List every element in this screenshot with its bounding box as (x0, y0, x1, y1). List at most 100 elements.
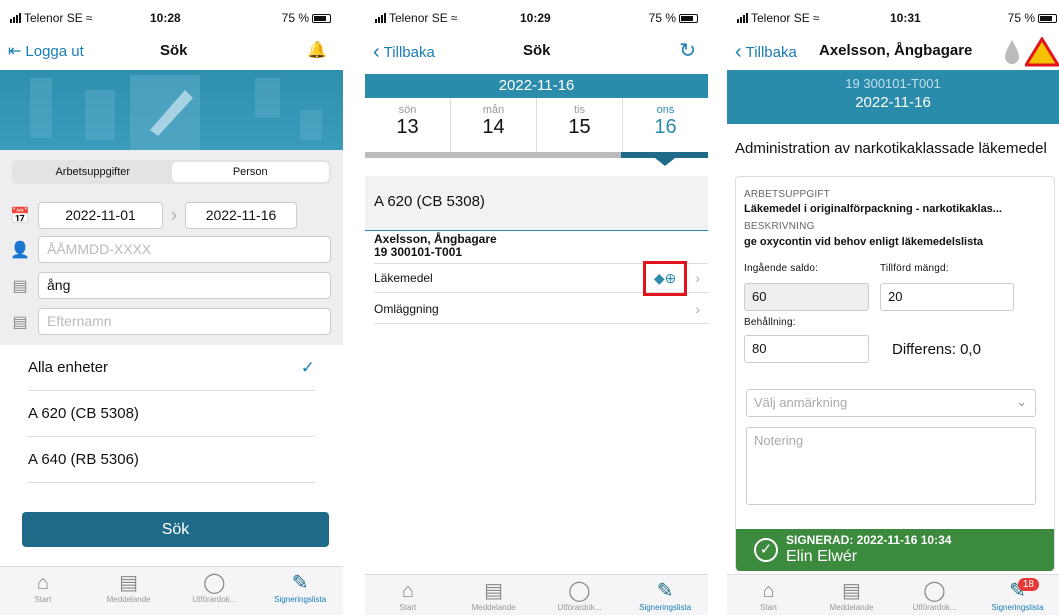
screen-narcotics-admin: Telenor SE ≈ 10:31 75 % ‹ Tillbaka Axelsso… (727, 0, 1059, 615)
row-lakemedel[interactable]: Läkemedel ◆⊕ › (374, 260, 708, 296)
day-wed[interactable]: ons 16 (623, 98, 708, 152)
segment-control: Arbetsuppgifter Person (12, 160, 331, 184)
unit-item-all[interactable]: Alla enheter ✓ (28, 345, 315, 391)
message-icon: ▤ (842, 580, 861, 602)
battery-icon (679, 13, 698, 23)
tab-meddelande[interactable]: ▤ Meddelande (451, 575, 537, 615)
day-number: 15 (568, 116, 591, 138)
clock: 10:31 (890, 11, 921, 25)
message-icon: ▤ (119, 572, 139, 594)
tab-meddelande[interactable]: ▤ Meddelande (86, 567, 172, 615)
logout-button[interactable]: ⇤ Logga ut (8, 41, 84, 61)
tab-signeringslista[interactable]: ✎ Signeringslista (257, 567, 343, 615)
tab-label: Signeringslista (639, 603, 692, 612)
desc-label: BESKRIVNING (744, 221, 815, 232)
stock-label: Behållning: (744, 317, 796, 328)
checkmark-icon: ✓ (300, 357, 315, 377)
battery-percent: 75 % (281, 11, 309, 25)
day-mon[interactable]: mån 14 (451, 98, 537, 152)
day-number: 14 (482, 116, 505, 138)
tab-start[interactable]: ⌂ Start (0, 567, 86, 615)
date-range-row: 📅 2022-11-01 › 2022-11-16 (10, 202, 331, 229)
tab-utforardok[interactable]: ◯ Utförardok... (172, 567, 258, 615)
list-icon: ◯ (923, 580, 946, 602)
status-bar: Telenor SE ≈ 10:28 75 % (0, 0, 343, 34)
wifi-icon: ≈ (450, 11, 458, 25)
tab-label: Meddelande (106, 595, 151, 604)
header-banner (0, 70, 343, 150)
tab-meddelande[interactable]: ▤ Meddelande (810, 575, 893, 615)
desc-value: ge oxycontin vid behov enligt läkemedels… (744, 236, 984, 248)
medication-add-icon[interactable]: ◆⊕ (642, 260, 688, 296)
tab-bar: ⌂ Start ▤ Meddelande ◯ Utförardok... ✎ Signe… (0, 566, 343, 615)
bell-icon[interactable]: 🔔 (307, 40, 327, 60)
back-label: Tillbaka (383, 44, 435, 61)
unit-item[interactable]: A 620 (CB 5308) (28, 391, 315, 437)
firstname-field[interactable]: ång (38, 272, 331, 299)
screen-search-results: Telenor SE ≈ 10:29 75 % ‹ Tillbaka Sök ↻ 2… (365, 0, 708, 615)
day-name: ons (656, 104, 675, 116)
row-omlaggning[interactable]: Omläggning › (374, 294, 708, 324)
back-button[interactable]: ‹ Tillbaka (735, 41, 797, 64)
date-from-field[interactable]: 2022-11-01 (38, 202, 163, 229)
header-date: 2022-11-16 (855, 94, 931, 111)
signer-name: Elin Elwér (786, 548, 858, 565)
chevron-right-icon: › (695, 270, 700, 286)
day-tue[interactable]: tis 15 (537, 98, 623, 152)
day-name: sön (398, 104, 417, 116)
remark-select[interactable]: Välj anmärkning ⌄ (746, 389, 1036, 417)
clock: 10:29 (520, 11, 551, 25)
warning-icon[interactable] (1025, 37, 1059, 67)
page-heading: Administration av narkotikaklassade läke… (735, 140, 1047, 157)
day-picker: sön 13 mån 14 tis 15 ons 16 (365, 98, 708, 158)
logout-icon: ⇤ (8, 43, 22, 60)
person-block[interactable]: Axelsson, Ångbagare 19 300101-T001 (374, 233, 497, 259)
nav-bar: ⇤ Logga ut Sök 🔔 (0, 34, 343, 70)
sign-icon: ✎ (656, 580, 674, 602)
day-number: 13 (396, 116, 419, 138)
tab-person[interactable]: Person (171, 162, 329, 182)
signed-status: SIGNERAD: 2022-11-16 10:34 (786, 533, 952, 547)
page-title: Sök (523, 42, 551, 59)
firstname-row: ▤ ång (10, 272, 331, 299)
page-title: Axelsson, Ångbagare (819, 42, 973, 59)
date-to-field[interactable]: 2022-11-16 (185, 202, 297, 229)
unit-label: Alla enheter (28, 359, 109, 376)
unit-label: A 620 (CB 5308) (28, 405, 139, 422)
wifi-icon: ≈ (85, 11, 93, 25)
note-field[interactable]: Notering (746, 427, 1036, 505)
refresh-icon[interactable]: ↻ (679, 38, 696, 63)
search-button[interactable]: Sök (22, 512, 329, 547)
id-card-icon: ▤ (12, 313, 28, 331)
chevron-right-icon: › (171, 205, 177, 225)
carrier: Telenor SE (24, 11, 83, 25)
tab-utforardok[interactable]: ◯ Utförardok... (893, 575, 976, 615)
chevron-right-icon: › (695, 300, 700, 317)
banner-illustration (30, 75, 322, 150)
task-card: ARBETSUPPGIFT Läkemedel i originalförpac… (735, 176, 1055, 571)
unit-item[interactable]: A 640 (RB 5306) (28, 437, 315, 483)
tab-label: Signeringslista (274, 595, 327, 604)
unit-header: A 620 (CB 5308) (365, 176, 708, 231)
day-sun[interactable]: sön 13 (365, 98, 451, 152)
list-icon: ◯ (568, 580, 591, 602)
patient-header: 19 300101-T001 2022-11-16 (727, 70, 1059, 124)
personnummer-field[interactable]: ÅÅMMDD-XXXX (38, 236, 331, 263)
unit-label: A 640 (RB 5306) (28, 451, 139, 468)
day-caret (655, 158, 675, 166)
tab-start[interactable]: ⌂ Start (727, 575, 810, 615)
tab-label: Start (760, 603, 777, 612)
tab-signeringslista[interactable]: ✎ Signeringslista 18 (976, 575, 1059, 615)
tab-signeringslista[interactable]: ✎ Signeringslista (622, 575, 708, 615)
lastname-field[interactable]: Efternamn (38, 308, 331, 335)
drop-icon (1005, 40, 1019, 64)
tab-utforardok[interactable]: ◯ Utförardok... (537, 575, 623, 615)
stock-field[interactable]: 80 (744, 335, 869, 363)
added-amount-field[interactable]: 20 (880, 283, 1014, 311)
back-button[interactable]: ‹ Tillbaka (373, 41, 435, 64)
battery-icon (312, 13, 331, 23)
tab-arbetsuppgifter[interactable]: Arbetsuppgifter (14, 162, 172, 182)
tab-start[interactable]: ⌂ Start (365, 575, 451, 615)
tab-bar: ⌂ Start ▤ Meddelande ◯ Utförardok... ✎ Signe… (365, 574, 708, 615)
tab-label: Utförardok... (912, 603, 957, 612)
